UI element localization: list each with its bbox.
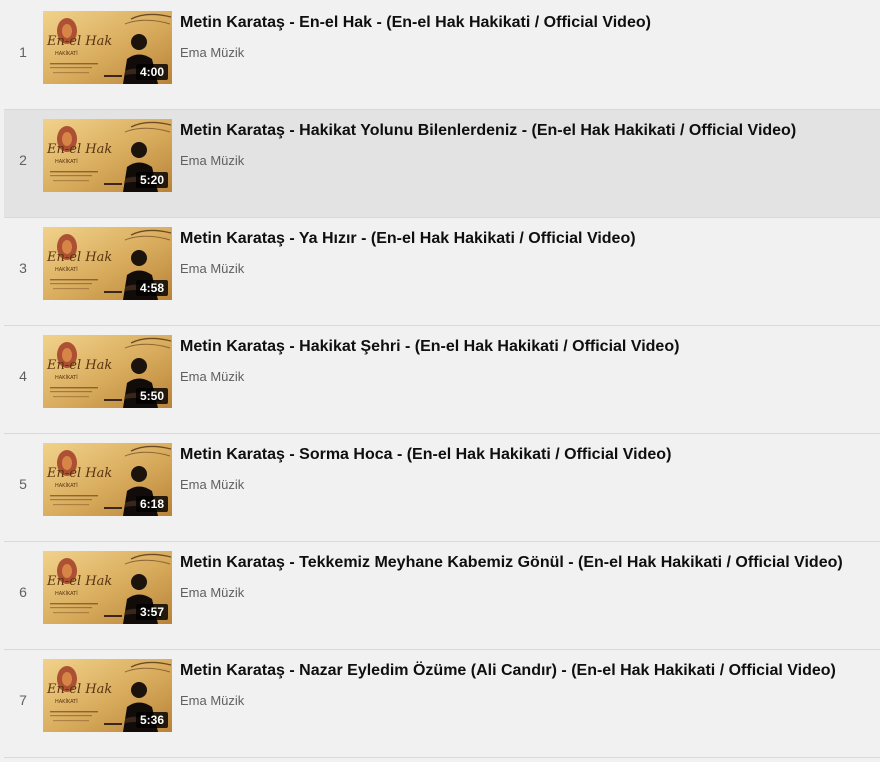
svg-text:En-el Hak: En-el Hak xyxy=(46,466,112,481)
video-thumbnail[interactable]: En-el Hak HAKİKATİ 4:00 xyxy=(43,11,172,84)
channel-name[interactable]: Ema Müzik xyxy=(180,368,244,386)
svg-text:En-el Hak: En-el Hak xyxy=(46,250,112,265)
channel-name[interactable]: Ema Müzik xyxy=(180,152,244,170)
video-duration: 4:58 xyxy=(135,280,168,296)
playlist-item[interactable]: 2 En-el Hak HAKİKATİ 5:20 Metin Karataş … xyxy=(4,110,880,218)
video-title[interactable]: Metin Karataş - Hakikat Yolunu Bilenlerd… xyxy=(180,121,875,141)
svg-text:HAKİKATİ: HAKİKATİ xyxy=(55,50,78,57)
video-title[interactable]: Metin Karataş - Sorma Hoca - (En-el Hak … xyxy=(180,445,875,465)
video-duration: 3:57 xyxy=(135,604,168,620)
playlist: 1 En-el Hak HAKİKATİ 4:00 Metin Karataş … xyxy=(0,0,880,762)
svg-text:HAKİKATİ: HAKİKATİ xyxy=(55,374,78,381)
channel-name[interactable]: Ema Müzik xyxy=(180,476,244,494)
svg-text:En-el Hak: En-el Hak xyxy=(46,682,112,697)
video-duration: 6:18 xyxy=(135,496,168,512)
video-duration: 5:36 xyxy=(135,712,168,728)
video-thumbnail[interactable]: En-el Hak HAKİKATİ 3:57 xyxy=(43,551,172,624)
playlist-item-index: 6 xyxy=(19,584,27,600)
svg-text:HAKİKATİ: HAKİKATİ xyxy=(55,590,78,597)
svg-text:En-el Hak: En-el Hak xyxy=(46,574,112,589)
playlist-item[interactable]: 3 En-el Hak HAKİKATİ 4:58 Metin Karataş … xyxy=(4,218,880,326)
video-duration: 5:20 xyxy=(135,172,168,188)
playlist-item-index: 7 xyxy=(19,692,27,708)
svg-text:HAKİKATİ: HAKİKATİ xyxy=(55,482,78,489)
svg-text:HAKİKATİ: HAKİKATİ xyxy=(55,158,78,165)
playlist-item[interactable]: 1 En-el Hak HAKİKATİ 4:00 Metin Karataş … xyxy=(4,2,880,110)
playlist-item[interactable]: 5 En-el Hak HAKİKATİ 6:18 Metin Karataş … xyxy=(4,434,880,542)
playlist-item[interactable]: 7 En-el Hak HAKİKATİ 5:36 Metin Karataş … xyxy=(4,650,880,758)
video-thumbnail[interactable]: En-el Hak HAKİKATİ 5:20 xyxy=(43,119,172,192)
svg-text:En-el Hak: En-el Hak xyxy=(46,34,112,49)
svg-text:HAKİKATİ: HAKİKATİ xyxy=(55,698,78,705)
video-title[interactable]: Metin Karataş - Ya Hızır - (En-el Hak Ha… xyxy=(180,229,875,249)
playlist-item[interactable]: 6 En-el Hak HAKİKATİ 3:57 Metin Karataş … xyxy=(4,542,880,650)
svg-text:HAKİKATİ: HAKİKATİ xyxy=(55,266,78,273)
video-thumbnail[interactable]: En-el Hak HAKİKATİ 5:50 xyxy=(43,335,172,408)
video-title[interactable]: Metin Karataş - Tekkemiz Meyhane Kabemiz… xyxy=(180,553,875,573)
channel-name[interactable]: Ema Müzik xyxy=(180,692,244,710)
video-duration: 4:00 xyxy=(135,64,168,80)
channel-name[interactable]: Ema Müzik xyxy=(180,584,244,602)
channel-name[interactable]: Ema Müzik xyxy=(180,44,244,62)
playlist-item-index: 2 xyxy=(19,152,27,168)
playlist-item-index: 1 xyxy=(19,44,27,60)
playlist-item-index: 4 xyxy=(19,368,27,384)
video-duration: 5:50 xyxy=(135,388,168,404)
svg-text:En-el Hak: En-el Hak xyxy=(46,358,112,373)
video-thumbnail[interactable]: En-el Hak HAKİKATİ 4:58 xyxy=(43,227,172,300)
video-title[interactable]: Metin Karataş - En-el Hak - (En-el Hak H… xyxy=(180,13,875,33)
video-thumbnail[interactable]: En-el Hak HAKİKATİ 6:18 xyxy=(43,443,172,516)
channel-name[interactable]: Ema Müzik xyxy=(180,260,244,278)
video-title[interactable]: Metin Karataş - Hakikat Şehri - (En-el H… xyxy=(180,337,875,357)
svg-text:En-el Hak: En-el Hak xyxy=(46,142,112,157)
playlist-item-index: 3 xyxy=(19,260,27,276)
video-thumbnail[interactable]: En-el Hak HAKİKATİ 5:36 xyxy=(43,659,172,732)
playlist-item-index: 5 xyxy=(19,476,27,492)
video-title[interactable]: Metin Karataş - Nazar Eyledim Özüme (Ali… xyxy=(180,661,875,681)
playlist-item[interactable]: 4 En-el Hak HAKİKATİ 5:50 Metin Karataş … xyxy=(4,326,880,434)
